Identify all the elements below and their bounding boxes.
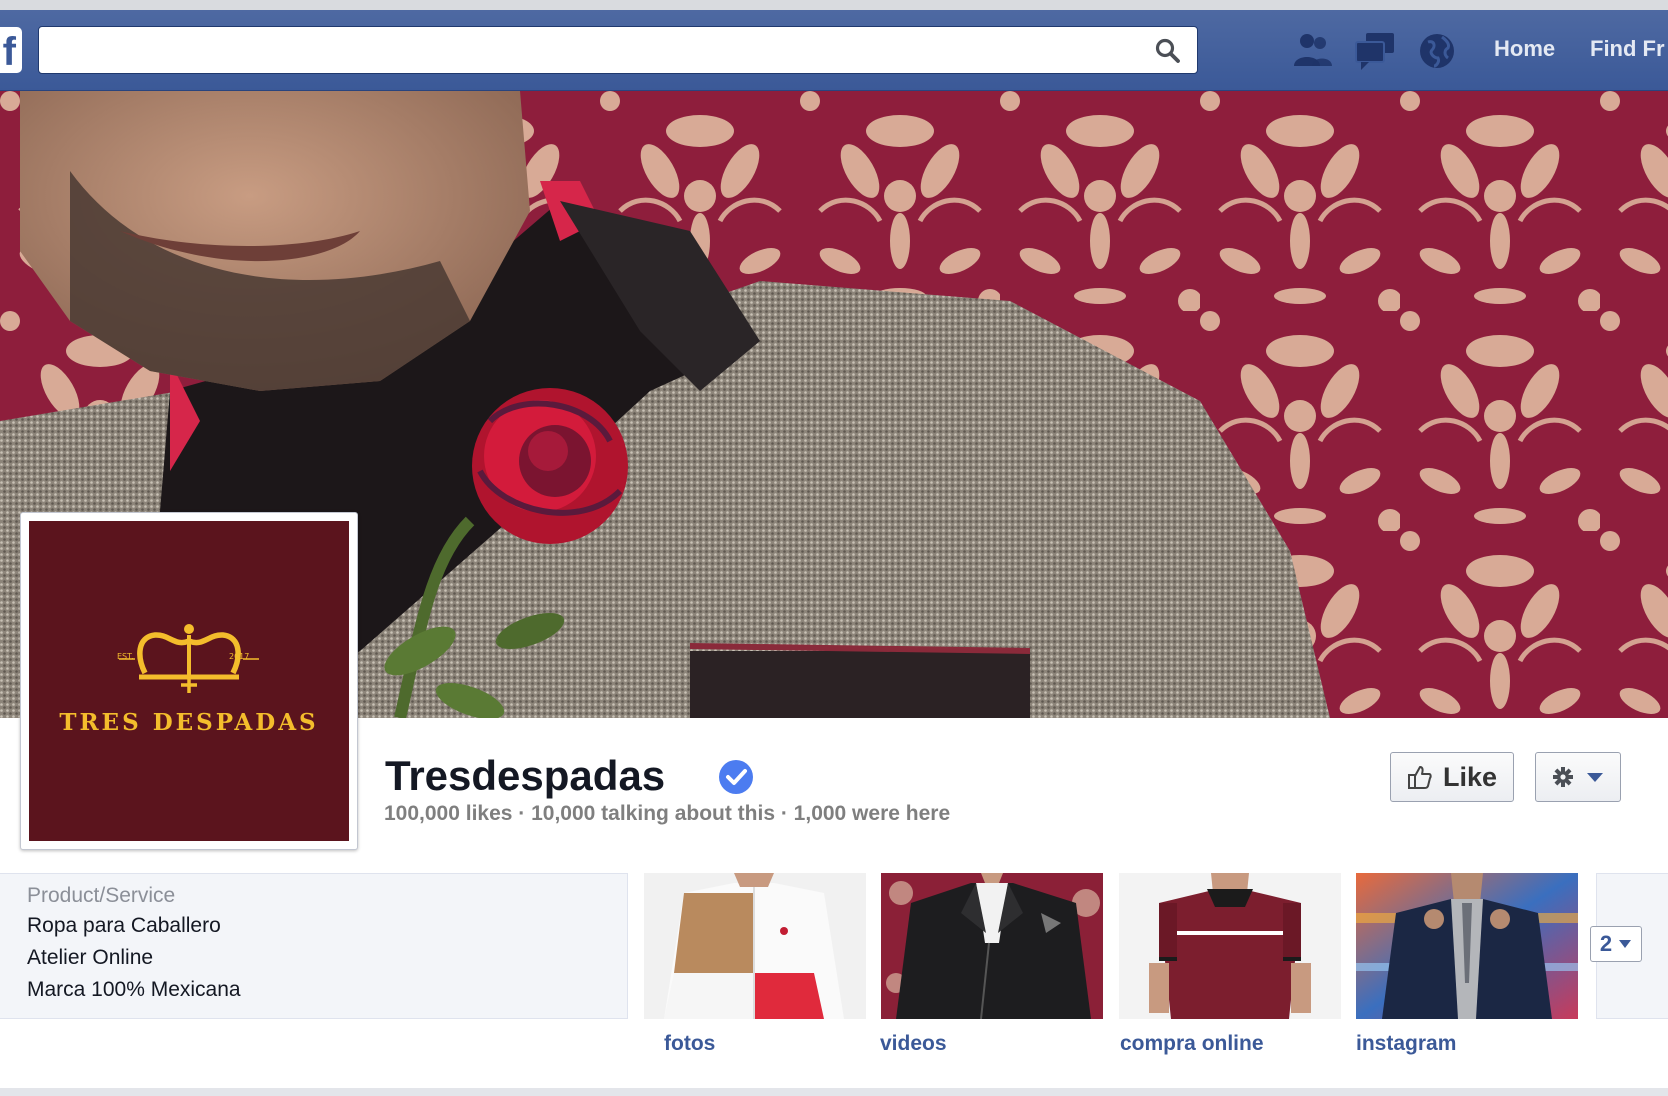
crown-logo-icon: [119, 624, 259, 693]
facebook-logo[interactable]: f: [0, 27, 22, 74]
brand-name-text: TRES DESPADAS: [59, 709, 319, 736]
about-line: Ropa para Caballero: [27, 914, 221, 937]
chevron-down-icon: [1587, 773, 1603, 782]
search-icon[interactable]: [1155, 38, 1181, 64]
instagram-thumbnail: [1356, 873, 1578, 1019]
nav-home-link[interactable]: Home: [1494, 36, 1555, 62]
videos-thumbnail: [881, 873, 1103, 1019]
app-label-videos[interactable]: videos: [880, 1032, 947, 1056]
more-apps-count: 2: [1599, 931, 1613, 956]
friend-requests-icon[interactable]: [1290, 28, 1336, 74]
about-line: Marca 100% Mexicana: [27, 978, 241, 1001]
facebook-page: f Home Find Fr EST. 2017 TRES DESPADAS T…: [0, 0, 1668, 1096]
page-stats: 100,000 likes · 10,000 talking about thi…: [384, 802, 951, 825]
app-label-compra-online[interactable]: compra online: [1120, 1032, 1264, 1056]
thumbs-up-icon: [1407, 766, 1432, 789]
app-label-fotos[interactable]: fotos: [664, 1032, 715, 1056]
app-tile-instagram[interactable]: [1356, 873, 1578, 1019]
app-label-instagram[interactable]: instagram: [1356, 1032, 1456, 1056]
notifications-globe-icon[interactable]: [1414, 28, 1460, 74]
est-left-label: EST.: [117, 652, 134, 661]
profile-picture-frame[interactable]: EST. 2017 TRES DESPADAS: [20, 512, 358, 850]
page-category[interactable]: Product/Service: [27, 884, 627, 908]
top-navigation-bar: f Home Find Fr: [0, 10, 1668, 91]
messages-icon[interactable]: [1352, 28, 1398, 74]
search-box[interactable]: [38, 26, 1198, 74]
est-right-label: 2017: [229, 652, 250, 661]
more-apps-button[interactable]: 2: [1590, 926, 1642, 962]
compra-online-thumbnail: [1119, 873, 1341, 1019]
profile-picture: EST. 2017 TRES DESPADAS: [29, 521, 349, 841]
gear-icon: [1553, 767, 1573, 787]
browser-strip: [0, 0, 1668, 10]
app-tile-fotos[interactable]: [644, 873, 866, 1019]
fotos-thumbnail: [644, 873, 866, 1019]
bottom-divider: [0, 1088, 1668, 1096]
page-title[interactable]: Tresdespadas: [385, 752, 665, 800]
nav-find-friends-link[interactable]: Find Fr: [1590, 36, 1665, 62]
app-tile-videos[interactable]: [881, 873, 1103, 1019]
about-line: Atelier Online: [27, 946, 154, 969]
search-input[interactable]: [39, 27, 1139, 71]
like-button-label: Like: [1442, 761, 1498, 792]
app-tile-compra-online[interactable]: [1119, 873, 1341, 1019]
verified-badge-icon: [719, 760, 753, 794]
chevron-down-icon: [1619, 940, 1632, 948]
like-button[interactable]: Like: [1390, 752, 1514, 802]
page-settings-button[interactable]: [1535, 752, 1621, 802]
about-box: Product/Service Ropa para Caballero Atel…: [0, 873, 628, 1019]
